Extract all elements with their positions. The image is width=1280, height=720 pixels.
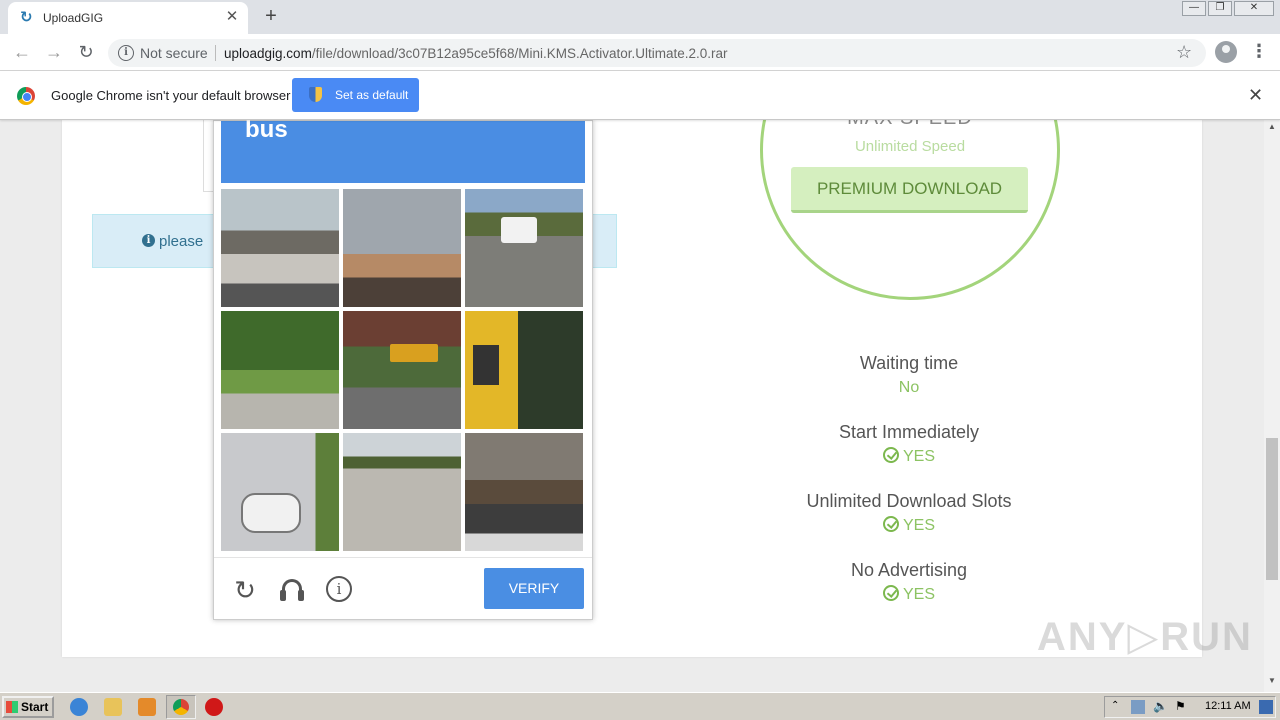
volume-icon[interactable]: 🔈 bbox=[1153, 699, 1168, 713]
yes-label: YES bbox=[902, 448, 935, 465]
internet-explorer-icon[interactable] bbox=[70, 698, 88, 716]
browser-toolbar: ← → ↻ i Not secure uploadgig.com/file/do… bbox=[0, 34, 1280, 71]
action-center-flag-icon[interactable]: ⚑ bbox=[1175, 699, 1186, 713]
captcha-tile[interactable] bbox=[221, 189, 339, 307]
bookmark-star-icon[interactable]: ☆ bbox=[1176, 42, 1192, 63]
address-bar[interactable]: i Not secure uploadgig.com/file/download… bbox=[108, 39, 1206, 67]
verify-button[interactable]: VERIFY bbox=[484, 568, 584, 609]
feature-value-no-advertising: YES bbox=[759, 585, 1059, 604]
check-circle-icon bbox=[882, 585, 899, 601]
taskbar-clock: 12:11 AM bbox=[1205, 700, 1251, 712]
network-icon[interactable] bbox=[1131, 700, 1145, 714]
scroll-up-arrow-icon[interactable]: ▲ bbox=[1264, 122, 1280, 134]
back-button[interactable]: ← bbox=[11, 41, 33, 63]
site-info-icon[interactable]: i bbox=[118, 45, 134, 61]
feature-value-start-immediately: YES bbox=[759, 447, 1059, 466]
check-circle-icon bbox=[882, 447, 899, 463]
profile-avatar-icon[interactable] bbox=[1215, 41, 1237, 63]
check-circle-icon bbox=[882, 516, 899, 532]
file-explorer-icon[interactable] bbox=[104, 698, 122, 716]
set-as-default-button[interactable]: Set as default bbox=[292, 78, 419, 112]
captcha-info-icon[interactable]: i bbox=[326, 576, 354, 604]
forward-button[interactable]: → bbox=[43, 41, 65, 63]
start-label: Start bbox=[21, 700, 49, 714]
captcha-footer-divider bbox=[214, 557, 592, 558]
feature-title-no-advertising: No Advertising bbox=[850, 560, 968, 580]
anyrun-watermark-logo: ANY▷RUN bbox=[1037, 615, 1253, 659]
feature-title-unlimited-slots: Unlimited Download Slots bbox=[806, 491, 1012, 511]
page-scrollbar[interactable]: ▲ ▼ bbox=[1264, 120, 1280, 692]
new-tab-button[interactable]: + bbox=[261, 6, 281, 26]
url-host: uploadgig.com bbox=[224, 46, 312, 61]
captcha-tile[interactable] bbox=[465, 433, 583, 551]
captcha-tile[interactable] bbox=[221, 311, 339, 429]
chrome-logo-icon bbox=[17, 87, 35, 105]
tray-expand-icon[interactable]: ⌃ bbox=[1111, 700, 1119, 711]
scroll-down-arrow-icon[interactable]: ▼ bbox=[1264, 676, 1280, 688]
captcha-reload-icon[interactable]: ↻ bbox=[231, 576, 259, 604]
uac-shield-icon bbox=[309, 87, 322, 102]
captcha-tile[interactable] bbox=[465, 311, 583, 429]
taskbar-chrome-button[interactable] bbox=[166, 695, 196, 719]
infobar-message: Google Chrome isn't your default browser bbox=[51, 88, 291, 103]
feature-value-waiting-time: No bbox=[898, 379, 920, 396]
tab-strip: ↻ UploadGIG ✕ + — ❐ ✕ bbox=[0, 0, 1280, 34]
captcha-tile[interactable] bbox=[465, 189, 583, 307]
url-text[interactable]: uploadgig.com/file/download/3c07B12a95ce… bbox=[224, 46, 728, 61]
captcha-tile[interactable] bbox=[343, 189, 461, 307]
notice-text: please bbox=[159, 233, 204, 250]
url-path: /file/download/3c07B12a95ce5f68/Mini.KMS… bbox=[311, 46, 728, 61]
feature-title-waiting-time: Waiting time bbox=[859, 353, 959, 373]
captcha-target-word: bus bbox=[245, 120, 288, 143]
recaptcha-challenge: bus ↻ i VERIFY bbox=[213, 120, 593, 620]
tab-title: UploadGIG bbox=[43, 11, 104, 25]
premium-download-button[interactable]: PREMIUM DOWNLOAD bbox=[791, 167, 1028, 213]
windows-taskbar: Start ⌃ 🔈 ⚑ 12:11 AM bbox=[0, 692, 1280, 720]
restore-window-button[interactable]: ❐ bbox=[1208, 1, 1232, 16]
close-window-button[interactable]: ✕ bbox=[1234, 1, 1274, 16]
feature-value-unlimited-slots: YES bbox=[759, 516, 1059, 535]
tab-close-icon[interactable]: ✕ bbox=[224, 9, 240, 25]
captcha-tile[interactable] bbox=[343, 311, 461, 429]
captcha-tile[interactable] bbox=[221, 433, 339, 551]
not-secure-label: Not secure bbox=[140, 45, 208, 61]
scrollbar-thumb[interactable] bbox=[1266, 438, 1278, 580]
set-as-default-label: Set as default bbox=[335, 88, 409, 102]
security-alert-icon[interactable] bbox=[205, 698, 223, 716]
captcha-tile[interactable] bbox=[343, 433, 461, 551]
address-separator bbox=[215, 45, 216, 61]
chrome-taskbar-icon bbox=[173, 699, 189, 715]
default-browser-infobar: Google Chrome isn't your default browser… bbox=[0, 71, 1280, 120]
start-button[interactable]: Start bbox=[2, 696, 54, 718]
show-desktop-icon[interactable] bbox=[1259, 700, 1273, 714]
uploadgig-favicon-icon: ↻ bbox=[20, 9, 33, 26]
page-viewport: i please MAX SPEED Unlimited Speed PREMI… bbox=[0, 120, 1264, 692]
chrome-menu-icon[interactable]: ⋮ bbox=[1250, 40, 1268, 62]
max-speed-label: MAX SPEED bbox=[760, 120, 1060, 130]
feature-title-start-immediately: Start Immediately bbox=[838, 422, 980, 442]
browser-tab[interactable]: ↻ UploadGIG ✕ bbox=[8, 2, 248, 34]
yes-label: YES bbox=[902, 517, 935, 534]
reload-button[interactable]: ↻ bbox=[75, 41, 97, 63]
unlimited-speed-label: Unlimited Speed bbox=[854, 138, 966, 155]
system-tray: ⌃ 🔈 ⚑ 12:11 AM bbox=[1104, 696, 1276, 718]
windows-logo-icon bbox=[6, 701, 18, 713]
infobar-close-icon[interactable]: ✕ bbox=[1248, 85, 1263, 106]
captcha-audio-headphones-icon[interactable] bbox=[278, 576, 306, 604]
info-circle-icon: i bbox=[142, 234, 155, 247]
captcha-header: bus bbox=[221, 120, 585, 183]
minimize-window-button[interactable]: — bbox=[1182, 1, 1206, 16]
media-player-icon[interactable] bbox=[138, 698, 156, 716]
yes-label: YES bbox=[902, 586, 935, 603]
